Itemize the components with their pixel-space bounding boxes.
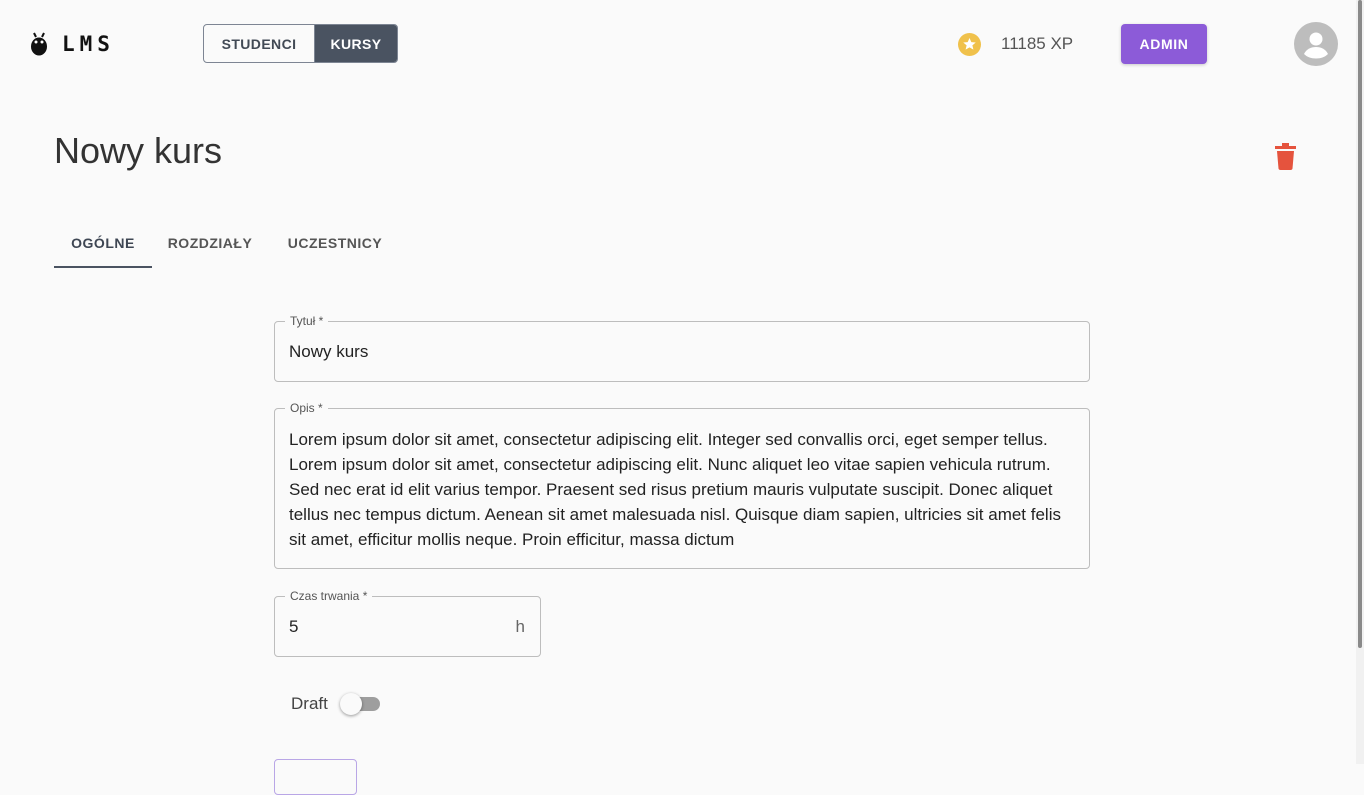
course-tabs: OGÓLNE ROZDZIAŁY UCZESTNICY	[54, 222, 402, 268]
description-field-label: Opis *	[285, 400, 328, 416]
description-field[interactable]: Opis * Lorem ipsum dolor sit amet, conse…	[274, 400, 1090, 569]
duration-unit: h	[515, 617, 525, 636]
courses-toggle-button[interactable]: KURSY	[315, 25, 397, 62]
title-input[interactable]: Nowy kurs	[289, 342, 368, 362]
duration-field-label: Czas trwania *	[285, 588, 373, 604]
tab-chapters[interactable]: ROZDZIAŁY	[152, 222, 268, 268]
title-field[interactable]: Tytuł * Nowy kurs	[274, 313, 1090, 382]
view-toggle-group: STUDENCI KURSY	[203, 24, 398, 63]
account-circle-icon[interactable]	[1294, 22, 1338, 66]
save-button[interactable]	[274, 759, 357, 795]
page-title: Nowy kurs	[54, 130, 223, 171]
bug-icon	[31, 32, 47, 56]
title-field-label: Tytuł *	[285, 313, 329, 329]
draft-switch[interactable]	[338, 692, 382, 716]
students-toggle-button[interactable]: STUDENCI	[204, 25, 315, 62]
draft-switch-thumb	[340, 693, 362, 715]
logo[interactable]: LMS	[30, 32, 115, 56]
description-textarea[interactable]: Lorem ipsum dolor sit amet, consectetur …	[289, 427, 1079, 552]
duration-input[interactable]: 5	[289, 617, 298, 637]
scrollbar-thumb[interactable]	[1358, 0, 1362, 648]
tab-general[interactable]: OGÓLNE	[54, 222, 152, 268]
duration-field[interactable]: Czas trwania * 5 h	[274, 588, 541, 657]
logo-text: LMS	[62, 32, 115, 56]
app-bar: LMS STUDENCI KURSY 11185 XP ADMIN	[0, 0, 1356, 88]
admin-button[interactable]: ADMIN	[1121, 24, 1207, 64]
xp-counter: 11185 XP	[1001, 34, 1074, 53]
tab-participants[interactable]: UCZESTNICY	[268, 222, 402, 268]
draft-label: Draft	[291, 694, 328, 713]
trash-icon[interactable]	[1275, 143, 1296, 170]
star-icon	[958, 33, 981, 56]
